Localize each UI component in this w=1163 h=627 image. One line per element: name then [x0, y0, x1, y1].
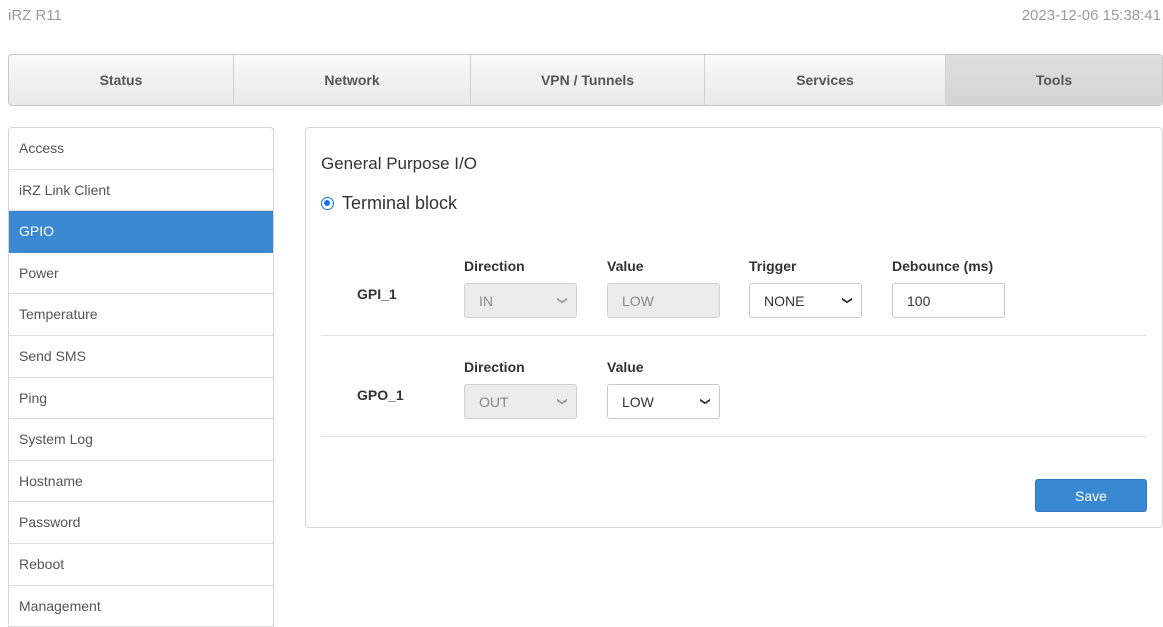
main-nav: Status Network VPN / Tunnels Services To…: [8, 54, 1163, 106]
tab-status[interactable]: Status: [9, 55, 234, 105]
save-button[interactable]: Save: [1035, 479, 1147, 512]
sidebar-item-ping[interactable]: Ping: [9, 378, 273, 420]
device-name: iRZ R11: [8, 7, 62, 24]
sidebar: Access iRZ Link Client GPIO Power Temper…: [8, 127, 274, 627]
sidebar-item-system-log[interactable]: System Log: [9, 419, 273, 461]
gpo-direction-field: Direction OUT ❯: [464, 359, 577, 419]
chevron-down-icon: ❯: [556, 296, 568, 305]
chevron-down-icon: ❯: [556, 397, 568, 406]
gpo-direction-select: OUT ❯: [464, 384, 577, 419]
gpi-direction-select: IN ❯: [464, 283, 577, 318]
gpi-trigger-select[interactable]: NONE ❯: [749, 283, 862, 318]
gpi-name: GPI_1: [357, 286, 397, 302]
gpi-direction-field: Direction IN ❯: [464, 258, 577, 318]
gpi-row: GPI_1 Direction IN ❯ Value LOW Trigger N…: [321, 236, 1146, 336]
gpi-debounce-value: 100: [907, 292, 931, 309]
sidebar-item-password[interactable]: Password: [9, 502, 273, 544]
gpo-value-label: Value: [607, 359, 644, 375]
gpi-debounce-label: Debounce (ms): [892, 258, 994, 274]
sidebar-item-gpio[interactable]: GPIO: [9, 211, 273, 253]
gpi-value-readonly: LOW: [607, 283, 720, 318]
gpo-value-text: LOW: [622, 393, 654, 410]
tab-services[interactable]: Services: [705, 55, 946, 105]
gpio-panel: General Purpose I/O Terminal block GPI_1…: [305, 127, 1163, 528]
sidebar-item-temperature[interactable]: Temperature: [9, 294, 273, 336]
page-title: General Purpose I/O: [321, 154, 477, 173]
sidebar-item-hostname[interactable]: Hostname: [9, 461, 273, 503]
gpo-value-select[interactable]: LOW ❯: [607, 384, 720, 419]
top-bar: iRZ R11 2023-12-06 15:38:41: [0, 0, 1163, 34]
radio-selected-icon[interactable]: [321, 197, 334, 210]
sidebar-item-irz-link-client[interactable]: iRZ Link Client: [9, 170, 273, 212]
sidebar-item-reboot[interactable]: Reboot: [9, 544, 273, 586]
gpi-value-field: Value LOW: [607, 258, 720, 318]
gpi-debounce-field: Debounce (ms) 100: [892, 258, 1005, 318]
gpi-direction-value: IN: [479, 292, 493, 309]
gpo-value-field: Value LOW ❯: [607, 359, 720, 419]
gpo-direction-label: Direction: [464, 359, 525, 375]
gpi-direction-label: Direction: [464, 258, 525, 274]
tab-tools[interactable]: Tools: [946, 55, 1162, 105]
sidebar-item-access[interactable]: Access: [9, 128, 273, 170]
datetime: 2023-12-06 15:38:41: [1021, 7, 1161, 24]
gpo-row: GPO_1 Direction OUT ❯ Value LOW ❯: [321, 337, 1146, 437]
gpo-direction-value: OUT: [479, 393, 509, 410]
gpi-trigger-field: Trigger NONE ❯: [749, 258, 862, 318]
gpi-trigger-value: NONE: [764, 292, 805, 309]
chevron-down-icon: ❯: [699, 397, 711, 406]
sidebar-item-power[interactable]: Power: [9, 253, 273, 295]
tab-network[interactable]: Network: [234, 55, 471, 105]
sidebar-item-send-sms[interactable]: Send SMS: [9, 336, 273, 378]
gpi-value-label: Value: [607, 258, 644, 274]
terminal-block-label: Terminal block: [342, 193, 458, 213]
gpi-value-text: LOW: [622, 292, 654, 309]
gpo-name: GPO_1: [357, 387, 404, 403]
gpi-trigger-label: Trigger: [749, 258, 797, 274]
terminal-block-option[interactable]: Terminal block: [321, 193, 457, 214]
chevron-down-icon: ❯: [841, 296, 853, 305]
tab-vpn-tunnels[interactable]: VPN / Tunnels: [471, 55, 705, 105]
gpi-debounce-input[interactable]: 100: [892, 283, 1005, 318]
